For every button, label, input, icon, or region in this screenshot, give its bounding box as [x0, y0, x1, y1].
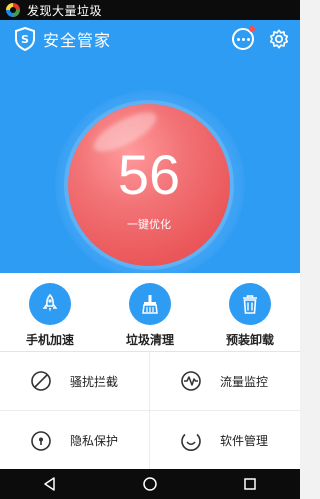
gear-icon[interactable] — [268, 28, 290, 50]
traffic-wave-icon — [181, 371, 201, 391]
tool-traffic-monitor[interactable]: 流量监控 — [150, 352, 300, 411]
tool-harassment-block[interactable]: 骚扰拦截 — [0, 352, 150, 411]
optimize-button-label: 一键优化 — [127, 218, 171, 231]
tool-software-manage[interactable]: 软件管理 — [150, 411, 300, 470]
notification-badge — [249, 26, 255, 32]
tools-grid: 骚扰拦截 流量监控 隐私保护 软件管理 — [0, 351, 300, 470]
smile-icon — [181, 433, 201, 451]
home-icon — [143, 477, 157, 491]
svg-text:S: S — [21, 33, 29, 46]
lock-icon — [31, 430, 51, 451]
more-button[interactable] — [232, 26, 255, 50]
system-nav-bar — [0, 469, 300, 499]
app-header: S 安全管家 — [0, 20, 300, 58]
feature-junk-clean[interactable]: 垃圾清理 — [100, 273, 200, 351]
app-title: 安全管家 — [43, 31, 112, 50]
block-icon — [31, 371, 51, 391]
home-button[interactable] — [140, 474, 160, 494]
feature-preinstall-uninstall[interactable]: 预装卸载 — [200, 273, 300, 351]
more-icon — [236, 37, 250, 41]
feature-phone-boost[interactable]: 手机加速 — [0, 273, 100, 351]
score-value: 56 — [117, 143, 181, 206]
trash-icon — [229, 283, 271, 325]
tool-label: 流量监控 — [220, 374, 269, 389]
back-button[interactable] — [40, 474, 60, 494]
recent-icon — [244, 478, 256, 490]
feature-row: 手机加速 垃圾清理 预装卸载 — [0, 273, 300, 351]
hero-panel: S 安全管家 56 一键优化 — [0, 20, 300, 280]
feature-label: 预装卸载 — [225, 333, 274, 347]
app-logo-icon — [6, 3, 20, 17]
tool-label: 骚扰拦截 — [70, 374, 119, 389]
status-bar: 发现大量垃圾 — [0, 0, 300, 20]
tool-label: 隐私保护 — [70, 434, 119, 448]
feature-label: 垃圾清理 — [125, 333, 174, 347]
tool-privacy-protect[interactable]: 隐私保护 — [0, 411, 150, 470]
score-circle[interactable]: 56 一键优化 — [68, 104, 230, 266]
shield-icon: S — [15, 27, 35, 51]
broom-icon — [129, 283, 171, 325]
notification-text: 发现大量垃圾 — [27, 3, 103, 18]
tool-label: 软件管理 — [220, 434, 269, 448]
feature-label: 手机加速 — [25, 333, 74, 347]
rocket-icon — [29, 283, 71, 325]
back-icon — [44, 477, 55, 491]
recent-apps-button[interactable] — [240, 474, 260, 494]
